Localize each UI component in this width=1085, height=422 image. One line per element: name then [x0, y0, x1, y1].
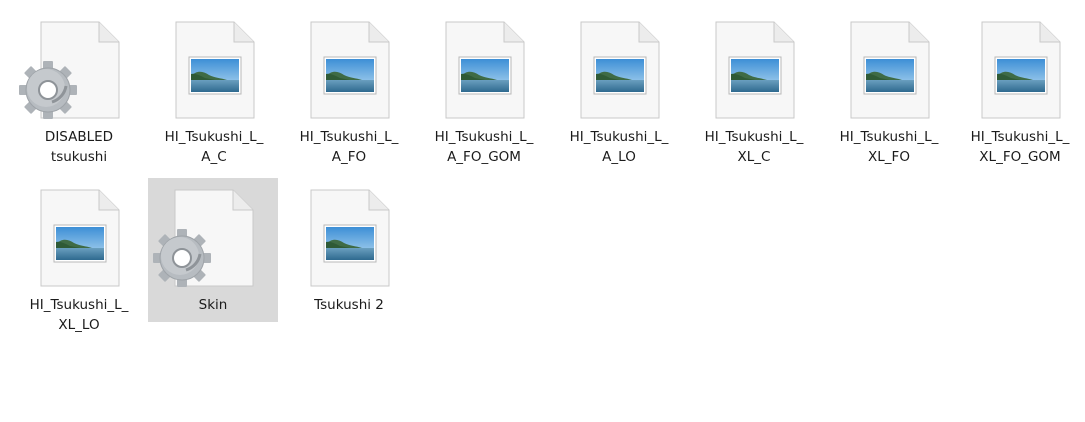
image-file-icon	[149, 10, 279, 122]
file-name-label: HI_Tsukushi_L_ A_FO_GOM	[434, 129, 534, 165]
file-item-hi-tsukushi-l-xl-lo[interactable]: HI_Tsukushi_L_ XL_LO	[14, 178, 144, 333]
image-file-icon	[824, 10, 954, 122]
file-name-label: HI_Tsukushi_L_ A_FO	[299, 129, 399, 165]
image-file-icon	[14, 178, 144, 290]
file-item-hi-tsukushi-l-xl-fo[interactable]: HI_Tsukushi_L_ XL_FO	[824, 10, 954, 165]
file-grid: DISABLED tsukushi HI_Tsukushi_L_ A_C HI_…	[12, 10, 1085, 422]
file-item-hi-tsukushi-l-xl-fo-gom[interactable]: HI_Tsukushi_L_ XL_FO_GOM	[955, 10, 1085, 165]
file-name-label: Skin	[198, 297, 228, 313]
settings-file-icon	[148, 178, 278, 290]
file-name-label: HI_Tsukushi_L_ XL_FO_GOM	[970, 129, 1070, 165]
file-name-label: HI_Tsukushi_L_ XL_C	[704, 129, 804, 165]
image-file-icon	[284, 178, 414, 290]
file-item-tsukushi-2[interactable]: Tsukushi 2	[284, 178, 414, 322]
file-item-hi-tsukushi-l-a-fo-gom[interactable]: HI_Tsukushi_L_ A_FO_GOM	[419, 10, 549, 165]
settings-file-icon	[14, 10, 144, 122]
image-file-icon	[284, 10, 414, 122]
file-name-label: HI_Tsukushi_L_ A_LO	[569, 129, 669, 165]
file-item-hi-tsukushi-l-a-lo[interactable]: HI_Tsukushi_L_ A_LO	[554, 10, 684, 165]
image-file-icon	[955, 10, 1085, 122]
file-item-hi-tsukushi-l-a-c[interactable]: HI_Tsukushi_L_ A_C	[149, 10, 279, 165]
image-file-icon	[689, 10, 819, 122]
file-name-label: HI_Tsukushi_L_ XL_FO	[839, 129, 939, 165]
file-item-disabled-tsukushi[interactable]: DISABLED tsukushi	[14, 10, 144, 165]
file-item-hi-tsukushi-l-xl-c[interactable]: HI_Tsukushi_L_ XL_C	[689, 10, 819, 165]
image-file-icon	[419, 10, 549, 122]
image-file-icon	[554, 10, 684, 122]
file-item-skin[interactable]: Skin	[148, 178, 278, 322]
file-name-label: HI_Tsukushi_L_ A_C	[164, 129, 264, 165]
file-name-label: HI_Tsukushi_L_ XL_LO	[29, 297, 129, 333]
file-name-label: Tsukushi 2	[314, 297, 384, 313]
file-item-hi-tsukushi-l-a-fo[interactable]: HI_Tsukushi_L_ A_FO	[284, 10, 414, 165]
file-name-label: DISABLED tsukushi	[44, 129, 114, 165]
